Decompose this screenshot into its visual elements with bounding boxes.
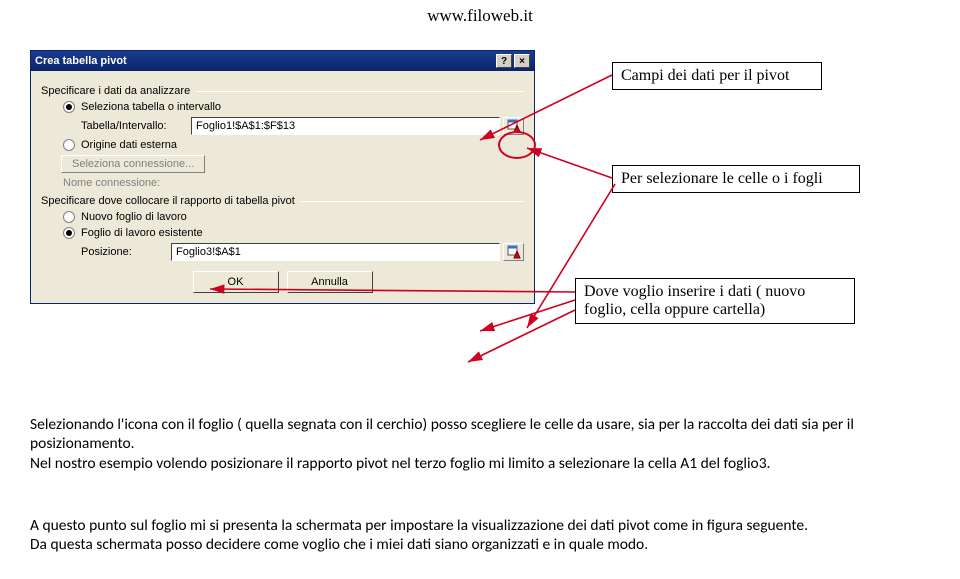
arrows [0, 0, 960, 430]
paragraph-3-text: A questo punto sul foglio mi si presenta… [30, 516, 808, 535]
paragraph-2-text: Nel nostro esempio volendo posizionare i… [30, 454, 770, 473]
paragraph-1: Selezionando l'icona con il foglio ( que… [30, 415, 930, 473]
paragraph-4-text: Da questa schermata posso decidere come … [30, 535, 648, 554]
paragraph-1-text: Selezionando l'icona con il foglio ( que… [30, 415, 854, 453]
paragraph-3: A questo punto sul foglio mi si presenta… [30, 516, 930, 555]
